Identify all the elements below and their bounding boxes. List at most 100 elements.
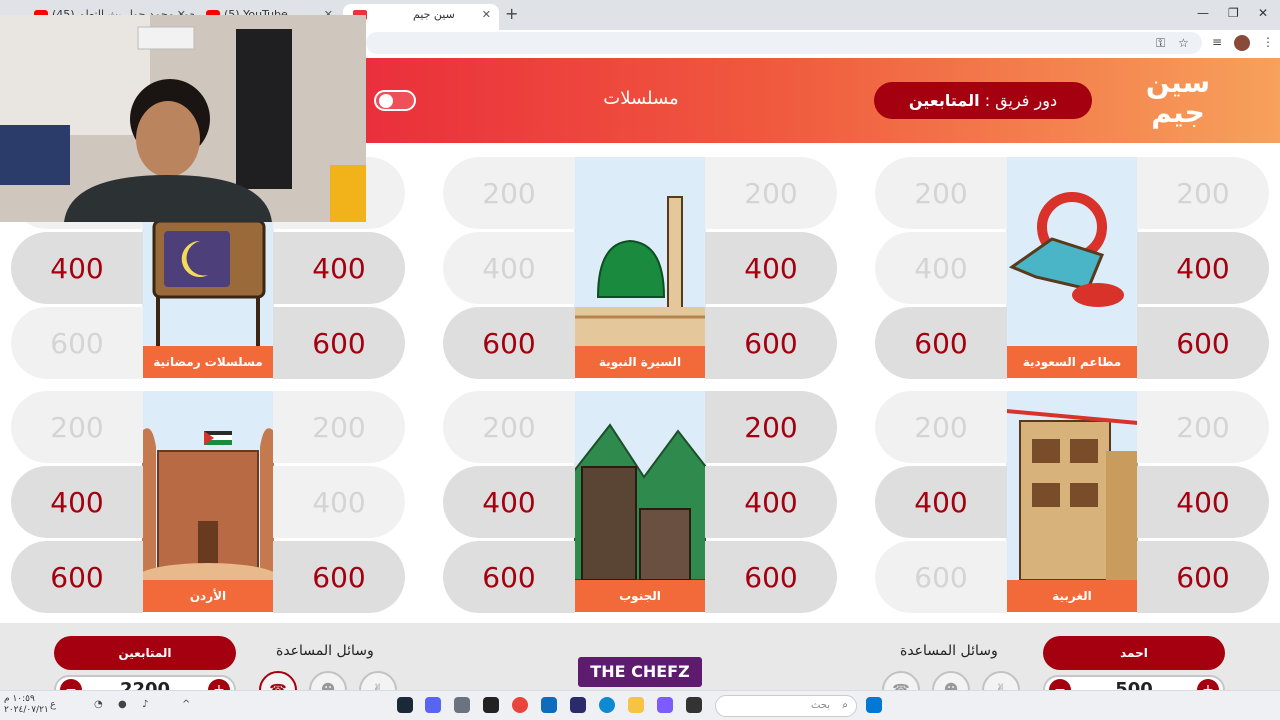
mosque-icon — [574, 157, 706, 346]
microphone-icon[interactable]: ● — [118, 699, 127, 710]
steam-icon[interactable] — [397, 697, 413, 713]
browser-tab-active[interactable]: سين جيم ✕ — [343, 4, 499, 30]
question-cell[interactable]: 200 — [875, 391, 1007, 463]
question-cell[interactable]: 400 — [705, 466, 837, 538]
old-building-icon — [1006, 391, 1138, 580]
question-cell[interactable]: 400 — [1137, 466, 1269, 538]
maximize-button[interactable]: ❐ — [1228, 6, 1239, 20]
question-cell[interactable]: 400 — [443, 232, 575, 304]
teams-panel: المتابعين وسائل المساعدة ☎ ☻ ✌ 2200 − + … — [0, 623, 1280, 709]
question-cell[interactable]: 600 — [273, 541, 405, 613]
file-explorer-icon[interactable] — [628, 697, 644, 713]
close-icon[interactable]: ✕ — [482, 4, 491, 26]
chrome-icon[interactable] — [512, 697, 528, 713]
question-cell[interactable]: 600 — [1137, 541, 1269, 613]
taskbar: ١٠:٥٩ م ٢٠٢٤/٠٧/٢١ ع ◔ ● ♪ ^ بحث ⌕ — [0, 690, 1280, 720]
discord-icon[interactable] — [425, 697, 441, 713]
team-name-left: المتابعين — [54, 636, 236, 670]
question-cell[interactable]: 600 — [705, 541, 837, 613]
turn-prefix: دور فريق : — [979, 91, 1058, 110]
card-label: مسلسلات رمضانية — [142, 346, 274, 378]
question-cell[interactable]: 200 — [273, 391, 405, 463]
question-cell[interactable]: 600 — [705, 307, 837, 379]
question-cell[interactable]: 600 — [443, 307, 575, 379]
card-label: الأردن — [142, 580, 274, 612]
question-cell[interactable]: 600 — [443, 541, 575, 613]
mountain-village-icon — [574, 391, 706, 580]
restaurant-icon — [1006, 157, 1138, 346]
bookmark-star-icon[interactable]: ☆ — [1178, 36, 1189, 50]
address-bar[interactable]: ⚿ ☆ — [366, 32, 1202, 54]
search-placeholder: بحث — [810, 700, 830, 711]
webcam-overlay — [0, 15, 366, 222]
terminal-icon[interactable] — [686, 697, 702, 713]
card-label: الجنوب — [574, 580, 706, 612]
clock-time: ١٠:٥٩ م — [4, 694, 35, 704]
settings-icon[interactable] — [454, 697, 470, 713]
system-clock[interactable]: ١٠:٥٩ م ٢٠٢٤/٠٧/٢١ — [4, 694, 49, 716]
reading-list-icon[interactable]: ≡ — [1212, 35, 1222, 49]
category-card-jordan: الأردن — [142, 391, 274, 612]
question-cell[interactable]: 400 — [1137, 232, 1269, 304]
question-cell[interactable]: 200 — [443, 157, 575, 229]
question-cell[interactable]: 200 — [705, 391, 837, 463]
volume-icon[interactable]: ♪ — [142, 699, 148, 710]
question-cell[interactable]: 600 — [273, 307, 405, 379]
question-cell[interactable]: 400 — [11, 232, 143, 304]
aids-label-left: وسائل المساعدة — [276, 643, 374, 659]
close-window-button[interactable]: ✕ — [1258, 6, 1268, 20]
profile-avatar[interactable] — [1234, 35, 1250, 51]
new-tab-button[interactable]: + — [505, 4, 518, 23]
key-icon[interactable]: ⚿ — [1156, 36, 1165, 51]
card-label: السيرة النبوية — [574, 346, 706, 378]
petra-icon — [142, 391, 274, 580]
search-icon: ⌕ — [842, 700, 848, 711]
category-card-south: الجنوب — [574, 391, 706, 612]
card-label: الغربية — [1006, 580, 1138, 612]
category-card-prophet-biography: السيرة النبوية — [574, 157, 706, 378]
edge-icon[interactable] — [599, 697, 615, 713]
question-cell[interactable]: 600 — [1137, 307, 1269, 379]
question-cell[interactable]: 200 — [1137, 157, 1269, 229]
question-cell[interactable]: 400 — [705, 232, 837, 304]
question-cell[interactable]: 400 — [11, 466, 143, 538]
game-header: مسلسلات دور فريق : المتابعين سين جيم — [366, 58, 1280, 143]
question-cell[interactable]: 400 — [273, 466, 405, 538]
toggle-knob — [379, 94, 393, 108]
minimize-button[interactable]: — — [1197, 6, 1209, 20]
obs-icon[interactable] — [483, 697, 499, 713]
chevron-up-icon[interactable]: ^ — [182, 699, 190, 710]
question-cell[interactable]: 600 — [11, 307, 143, 379]
tab-title: سين جيم — [413, 8, 455, 21]
turn-indicator: دور فريق : المتابعين — [874, 82, 1092, 119]
wifi-icon[interactable]: ◔ — [94, 699, 103, 710]
question-cell[interactable]: 600 — [875, 307, 1007, 379]
category-card-saudi-restaurants: مطاعم السعودية — [1006, 157, 1138, 378]
windows-start-icon[interactable] — [866, 697, 882, 713]
aids-label-right: وسائل المساعدة — [900, 643, 998, 659]
language-icon[interactable]: ع — [50, 699, 56, 710]
question-cell[interactable]: 600 — [875, 541, 1007, 613]
question-cell[interactable]: 400 — [875, 466, 1007, 538]
clock-date: ٢٠٢٤/٠٧/٢١ — [4, 705, 49, 715]
question-cell[interactable]: 400 — [443, 466, 575, 538]
question-cell[interactable]: 200 — [443, 391, 575, 463]
sound-toggle[interactable] — [374, 90, 416, 111]
copilot-icon[interactable] — [657, 697, 673, 713]
menu-icon[interactable]: ⋮ — [1262, 35, 1274, 49]
store-icon[interactable] — [570, 697, 586, 713]
card-label: مطاعم السعودية — [1006, 346, 1138, 378]
question-cell[interactable]: 200 — [705, 157, 837, 229]
taskbar-search[interactable]: بحث ⌕ — [715, 695, 857, 717]
question-cell[interactable]: 200 — [1137, 391, 1269, 463]
category-card-western-region: الغربية — [1006, 391, 1138, 612]
question-cell[interactable]: 200 — [875, 157, 1007, 229]
turn-team: المتابعين — [908, 91, 980, 110]
sponsor-logo: THE CHEFZ — [578, 657, 702, 687]
question-cell[interactable]: 400 — [273, 232, 405, 304]
logo: سين جيم — [1145, 66, 1211, 129]
mail-icon[interactable] — [541, 697, 557, 713]
question-cell[interactable]: 200 — [11, 391, 143, 463]
question-cell[interactable]: 400 — [875, 232, 1007, 304]
question-cell[interactable]: 600 — [11, 541, 143, 613]
